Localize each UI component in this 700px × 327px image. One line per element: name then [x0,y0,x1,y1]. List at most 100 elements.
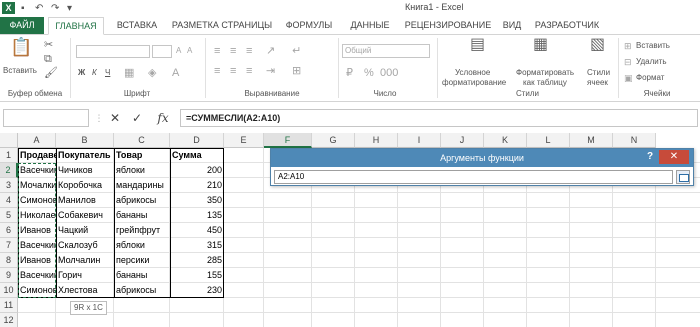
conditional-formatting-icon[interactable]: ▤ [470,37,485,53]
table-cell[interactable]: Молчалин [56,253,114,268]
insert-function-button[interactable]: fx [152,109,174,127]
table-cell[interactable]: Васечкин [18,238,56,253]
table-cell[interactable]: бананы [114,208,170,223]
column-header-k[interactable]: K [484,133,527,148]
tab-formulas[interactable]: ФОРМУЛЫ [278,17,340,34]
row-header-12[interactable]: 12 [0,313,18,327]
customize-qat-icon[interactable]: ▾ [67,2,72,15]
table-cell[interactable]: Мочалкин [18,178,56,193]
orientation-icon[interactable]: ↗ [266,45,275,57]
row-header-11[interactable]: 11 [0,298,18,313]
cell-styles-label1[interactable]: Стили [587,68,610,78]
table-cell[interactable]: 155 [170,268,224,283]
format-cells-icon[interactable]: ▣ [624,72,633,84]
paste-icon[interactable]: 📋 [10,38,32,56]
table-cell[interactable]: Симонов [18,283,56,298]
column-header-n[interactable]: N [613,133,656,148]
format-as-table-label1[interactable]: Форматировать [516,68,574,78]
row-header-9[interactable]: 9 [0,268,18,283]
percent-icon[interactable]: % [364,67,374,79]
tab-review[interactable]: РЕЦЕНЗИРОВАНИЕ [400,17,496,34]
enter-formula-button[interactable]: ✓ [128,109,146,127]
table-header-cell[interactable]: Товар [114,148,170,163]
redo-icon[interactable]: ↷ [51,2,59,15]
row-header-1[interactable]: 1 [0,148,18,163]
undo-icon[interactable]: ↶ [35,2,43,15]
column-header-h[interactable]: H [355,133,398,148]
insert-cells-icon[interactable]: ⊞ [624,40,632,52]
tab-file[interactable]: ФАЙЛ [0,17,44,34]
column-header-a[interactable]: A [18,133,56,148]
table-header-cell[interactable]: Покупатель [56,148,114,163]
row-header-4[interactable]: 4 [0,193,18,208]
row-header-10[interactable]: 10 [0,283,18,298]
cell-styles-icon[interactable]: ▧ [590,37,605,53]
name-box[interactable] [3,109,89,127]
table-cell[interactable]: Васечкин [18,163,56,178]
column-header-j[interactable]: J [441,133,484,148]
column-header-b[interactable]: B [56,133,114,148]
row-header-3[interactable]: 3 [0,178,18,193]
table-cell[interactable]: персики [114,253,170,268]
format-as-table-label2[interactable]: как таблицу [523,78,567,88]
delete-cells-button[interactable]: Удалить [636,57,667,67]
column-header-l[interactable]: L [527,133,570,148]
tab-page-layout[interactable]: РАЗМЕТКА СТРАНИЦЫ [168,17,276,34]
tab-view[interactable]: ВИД [498,17,526,34]
align-top-icon[interactable]: ≡ [214,45,220,57]
close-button[interactable]: ✕ [659,150,689,164]
cell-styles-label2[interactable]: ячеек [587,78,608,88]
format-painter-icon[interactable]: 🖌 [44,67,58,79]
tab-insert[interactable]: ВСТАВКА [108,17,166,34]
row-header-7[interactable]: 7 [0,238,18,253]
column-header-i[interactable]: I [398,133,441,148]
row-header-5[interactable]: 5 [0,208,18,223]
table-cell[interactable]: Манилов [56,193,114,208]
table-cell[interactable]: 450 [170,223,224,238]
align-middle-icon[interactable]: ≡ [230,45,236,57]
table-cell[interactable]: 200 [170,163,224,178]
font-size-combo[interactable] [152,45,172,58]
italic-button[interactable]: К [92,68,97,78]
table-cell[interactable]: мандарины [114,178,170,193]
format-as-table-icon[interactable]: ▦ [533,37,548,53]
copy-icon[interactable]: ⧉ [44,53,52,65]
align-bottom-icon[interactable]: ≡ [246,45,252,57]
expand-dialog-icon[interactable] [676,170,690,184]
column-header-g[interactable]: G [312,133,355,148]
tab-developer[interactable]: РАЗРАБОТЧИК [530,17,604,34]
wrap-text-icon[interactable]: ↵ [292,45,301,57]
font-name-combo[interactable] [76,45,150,58]
table-cell[interactable]: 315 [170,238,224,253]
table-cell[interactable]: абрикосы [114,193,170,208]
indent-icon[interactable]: ⇥ [266,65,275,77]
table-cell[interactable]: 135 [170,208,224,223]
table-cell[interactable]: бананы [114,268,170,283]
underline-button[interactable]: Ч [105,68,110,78]
table-cell[interactable]: Скалозуб [56,238,114,253]
table-cell[interactable]: Горич [56,268,114,283]
formula-input[interactable]: =СУММЕСЛИ(A2:A10) [180,109,698,127]
align-left-icon[interactable]: ≡ [214,65,220,77]
row-header-6[interactable]: 6 [0,223,18,238]
tab-home[interactable]: ГЛАВНАЯ [48,17,104,35]
format-cells-button[interactable]: Формат [636,73,664,83]
table-cell[interactable]: яблоки [114,238,170,253]
tab-data[interactable]: ДАННЫЕ [342,17,398,34]
table-cell[interactable]: 350 [170,193,224,208]
column-header-c[interactable]: C [114,133,170,148]
table-cell[interactable]: Иванов [18,223,56,238]
fill-color-icon[interactable]: ◈ [148,67,156,79]
table-cell[interactable]: Чичиков [56,163,114,178]
table-cell[interactable]: абрикосы [114,283,170,298]
table-cell[interactable]: Хлестова [56,283,114,298]
table-cell[interactable]: Иванов [18,253,56,268]
table-cell[interactable]: Чацкий [56,223,114,238]
table-cell[interactable]: Васечкин [18,268,56,283]
merge-center-icon[interactable]: ⊞ [292,65,301,77]
table-header-cell[interactable]: Сумма [170,148,224,163]
table-cell[interactable]: грейпфрут [114,223,170,238]
shrink-font-button[interactable]: A [187,46,192,56]
column-header-m[interactable]: M [570,133,613,148]
column-header-e[interactable]: E [224,133,264,148]
